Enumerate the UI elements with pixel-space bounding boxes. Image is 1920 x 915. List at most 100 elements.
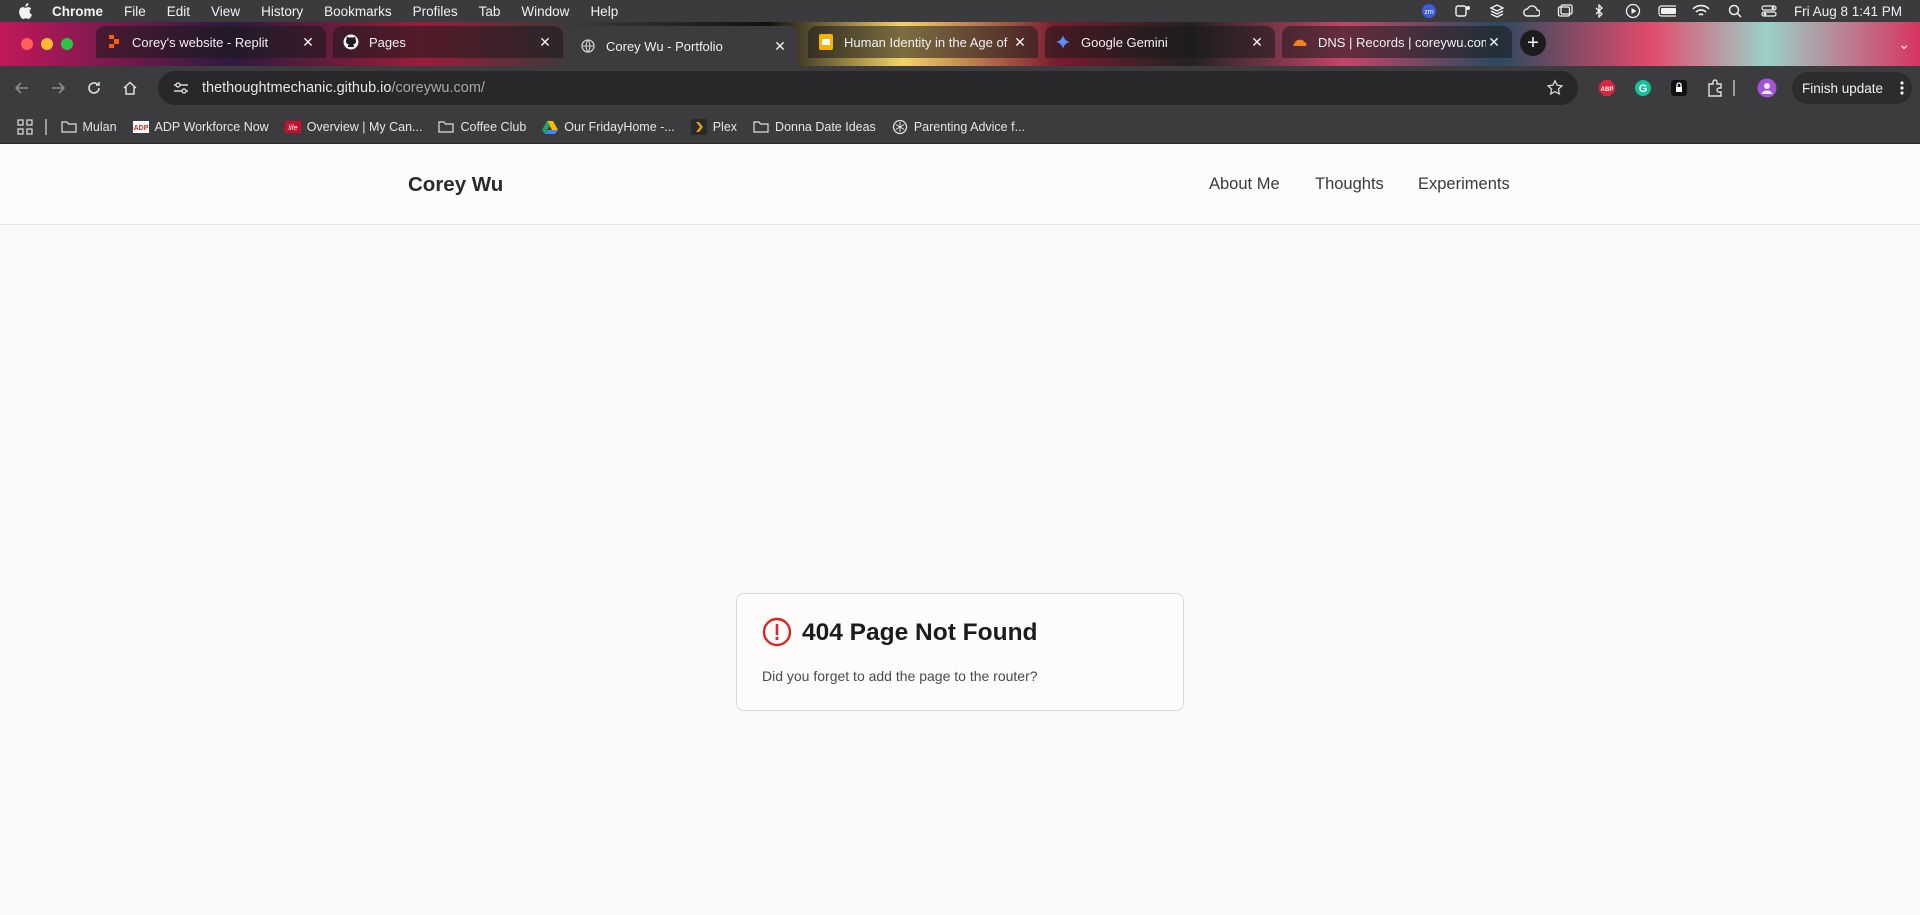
- menu-history[interactable]: History: [261, 4, 303, 19]
- bookmark-label: Our FridayHome -...: [564, 119, 675, 134]
- menu-window[interactable]: Window: [521, 4, 569, 19]
- close-tab-icon[interactable]: ✕: [1486, 34, 1502, 50]
- tab-title: DNS | Records | coreywu.com: [1318, 34, 1486, 50]
- close-tab-icon[interactable]: ✕: [772, 38, 788, 54]
- teams-icon[interactable]: [1454, 4, 1472, 18]
- menubar-clock[interactable]: Fri Aug 8 1:41 PM: [1794, 4, 1902, 19]
- home-button[interactable]: [112, 70, 148, 106]
- site-info-icon[interactable]: [168, 75, 194, 101]
- bookmark-adp[interactable]: ADP ADP Workforce Now: [132, 119, 269, 135]
- adp-icon: ADP: [132, 119, 149, 135]
- alert-circle-icon: [762, 617, 792, 647]
- tab-corey-wu-portfolio[interactable]: Corey Wu - Portfolio ✕: [570, 26, 798, 66]
- tab-pages[interactable]: Pages ✕: [333, 26, 563, 58]
- bookmark-plex[interactable]: Plex: [690, 118, 737, 135]
- bookmark-donna-date-ideas[interactable]: Donna Date Ideas: [753, 119, 876, 135]
- address-url[interactable]: thethoughtmechanic.github.io/coreywu.com…: [202, 80, 485, 96]
- zoom-icon[interactable]: zm: [1420, 4, 1438, 18]
- back-button[interactable]: [4, 70, 40, 106]
- tab-search-chevron-icon[interactable]: ⌄: [1898, 36, 1910, 53]
- menubar-status-area: zm Fri Aug 8 1:41 PM: [1420, 0, 1902, 22]
- play-icon[interactable]: [1624, 3, 1642, 19]
- close-window-button[interactable]: [21, 38, 33, 50]
- profile-avatar[interactable]: [1757, 78, 1777, 98]
- svg-text:zm: zm: [1424, 9, 1434, 16]
- close-tab-icon[interactable]: ✕: [1012, 34, 1028, 50]
- apps-grid-icon[interactable]: [17, 118, 33, 135]
- menu-profiles[interactable]: Profiles: [413, 4, 458, 19]
- bookmark-fridayhome[interactable]: Our FridayHome -...: [542, 119, 675, 135]
- tab-google-gemini[interactable]: Google Gemini ✕: [1045, 26, 1275, 58]
- new-tab-button[interactable]: +: [1520, 30, 1546, 56]
- bookmarks-bar: Mulan ADP ADP Workforce Now life Overvie…: [0, 110, 1920, 144]
- bookmark-label: Donna Date Ideas: [775, 119, 876, 134]
- bookmark-label: Parenting Advice f...: [913, 119, 1025, 134]
- bookmark-coffee-club[interactable]: Coffee Club: [438, 119, 526, 135]
- window-icon[interactable]: [1556, 4, 1574, 18]
- menu-view[interactable]: View: [211, 4, 240, 19]
- svg-text:life: life: [288, 125, 297, 132]
- menu-edit[interactable]: Edit: [167, 4, 190, 19]
- url-path: /coreywu.com/: [391, 80, 485, 96]
- bookmark-mulan[interactable]: Mulan: [60, 119, 117, 135]
- tab-replit[interactable]: Corey's website - Replit ✕: [96, 26, 326, 58]
- url-host: thethoughtmechanic.github.io: [202, 80, 392, 96]
- spotlight-icon[interactable]: [1726, 4, 1744, 18]
- nav-experiments[interactable]: Experiments: [1418, 175, 1510, 194]
- cloud-icon[interactable]: [1522, 4, 1540, 18]
- reload-button[interactable]: [76, 70, 112, 106]
- bookmark-parenting-advice[interactable]: Parenting Advice f...: [892, 119, 1025, 135]
- site-header: Corey Wu About Me Thoughts Experiments: [0, 145, 1920, 225]
- control-center-icon[interactable]: [1760, 4, 1778, 18]
- bookmark-label: Mulan: [82, 119, 117, 134]
- tab-title: Google Gemini: [1081, 34, 1168, 50]
- close-tab-icon[interactable]: ✕: [300, 34, 316, 50]
- menu-app-name[interactable]: Chrome: [52, 4, 103, 19]
- forward-button[interactable]: [40, 70, 76, 106]
- minimize-window-button[interactable]: [41, 38, 53, 50]
- tab-dns-records[interactable]: DNS | Records | coreywu.com ✕: [1282, 26, 1512, 58]
- stack-icon[interactable]: [1488, 4, 1506, 18]
- globe-icon: [580, 38, 596, 54]
- tab-title: Human Identity in the Age of: [844, 34, 1008, 50]
- close-tab-icon[interactable]: ✕: [1249, 34, 1265, 50]
- bookmark-star-icon[interactable]: [1546, 79, 1564, 102]
- bookmarks-divider: [45, 118, 47, 135]
- menu-tab[interactable]: Tab: [479, 4, 501, 19]
- bluetooth-icon[interactable]: [1590, 4, 1608, 18]
- tab-human-identity[interactable]: Human Identity in the Age of ✕: [808, 26, 1038, 58]
- toolbar-divider: [1732, 78, 1736, 98]
- bookmark-label: ADP Workforce Now: [154, 119, 269, 134]
- wifi-icon[interactable]: [1692, 4, 1710, 18]
- zoom-window-button[interactable]: [61, 38, 73, 50]
- site-brand-link[interactable]: Corey Wu: [408, 173, 503, 197]
- bookmark-label: Overview | My Can...: [306, 119, 423, 134]
- menu-help[interactable]: Help: [590, 4, 618, 19]
- browser-toolbar: thethoughtmechanic.github.io/coreywu.com…: [0, 66, 1920, 110]
- menu-file[interactable]: File: [124, 4, 146, 19]
- close-tab-icon[interactable]: ✕: [537, 34, 553, 50]
- nav-about-me[interactable]: About Me: [1209, 175, 1280, 194]
- battery-icon[interactable]: [1658, 4, 1676, 18]
- home-icon: [123, 81, 137, 95]
- svg-text:ABP: ABP: [1601, 87, 1614, 93]
- bookmark-label: Coffee Club: [460, 119, 527, 134]
- apple-icon[interactable]: [18, 3, 38, 19]
- more-menu-icon[interactable]: [1900, 80, 1904, 99]
- menu-bookmarks[interactable]: Bookmarks: [324, 4, 392, 19]
- adblock-plus-icon[interactable]: ABP: [1597, 78, 1617, 98]
- gemini-icon: [1055, 34, 1071, 50]
- address-bar[interactable]: thethoughtmechanic.github.io/coreywu.com…: [158, 71, 1578, 105]
- grammarly-icon[interactable]: G: [1633, 78, 1653, 98]
- window-controls: [21, 38, 73, 50]
- error-message: Did you forget to add the page to the ro…: [762, 668, 1038, 684]
- slides-icon: [818, 34, 834, 50]
- openai-icon: [892, 119, 908, 135]
- forward-arrow-icon: [52, 82, 66, 94]
- extensions-puzzle-icon[interactable]: [1705, 78, 1725, 98]
- bookmark-overview[interactable]: life Overview | My Can...: [284, 119, 423, 135]
- password-manager-icon[interactable]: [1669, 78, 1689, 98]
- drive-icon: [542, 119, 559, 135]
- nav-thoughts[interactable]: Thoughts: [1315, 175, 1384, 194]
- finish-update-button[interactable]: Finish update: [1792, 72, 1912, 104]
